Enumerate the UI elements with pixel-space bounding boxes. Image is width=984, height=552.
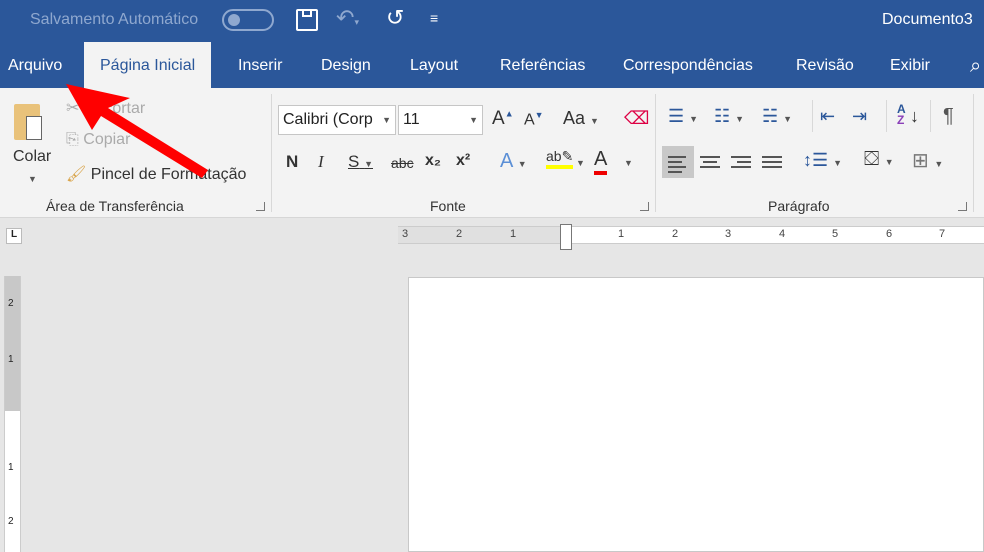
red-arrow-annotation <box>66 84 208 178</box>
